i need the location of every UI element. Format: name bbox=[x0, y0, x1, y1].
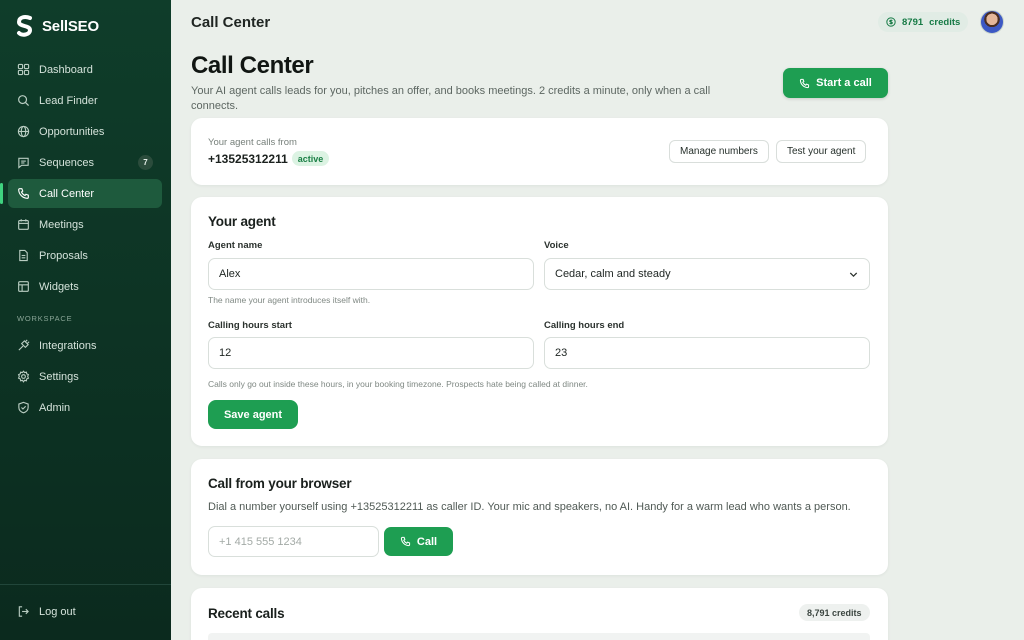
gear-icon bbox=[17, 370, 30, 383]
recent-credits-badge: 8,791 credits bbox=[799, 604, 870, 621]
widget-icon bbox=[17, 280, 30, 293]
logout-label: Log out bbox=[39, 605, 76, 618]
document-icon bbox=[17, 249, 30, 262]
sidebar-item-label: Meetings bbox=[39, 218, 84, 231]
page-title: Call Center bbox=[191, 52, 314, 79]
sidebar-item-dashboard[interactable]: Dashboard bbox=[8, 55, 162, 84]
caller-number-row: +13525312211 active bbox=[208, 151, 330, 166]
credits-value: 8791 bbox=[902, 16, 924, 28]
sidebar-item-label: Sequences bbox=[39, 156, 95, 169]
sidebar-item-widgets[interactable]: Widgets bbox=[8, 272, 162, 301]
shield-icon bbox=[17, 401, 30, 414]
hours-start-field[interactable]: 12 bbox=[208, 337, 534, 369]
sidebar-item-settings[interactable]: Settings bbox=[8, 362, 162, 391]
chevron-down-icon bbox=[849, 272, 858, 278]
agent-name-field[interactable]: Alex bbox=[208, 258, 534, 290]
status-badge: active bbox=[291, 151, 330, 166]
globe-icon bbox=[17, 125, 30, 138]
sidebar-item-integrations[interactable]: Integrations bbox=[8, 331, 162, 360]
hours-hint: Calls only go out inside these hours, in… bbox=[208, 379, 588, 389]
sidebar-item-label: Call Center bbox=[39, 187, 95, 200]
call-label: Call bbox=[416, 535, 438, 548]
sidebar-item-admin[interactable]: Admin bbox=[8, 393, 162, 422]
hours-end-label: Calling hours end bbox=[544, 320, 625, 331]
sidebar-nav: Dashboard Lead Finder Opportunities Sequ… bbox=[0, 55, 162, 424]
sidebar-item-label: Integrations bbox=[39, 339, 97, 352]
caller-number-card: Your agent calls from +13525312211 activ… bbox=[191, 118, 888, 185]
recent-calls-card: Recent calls 8,791 credits bbox=[191, 588, 888, 640]
sidebar-item-label: Opportunities bbox=[39, 125, 105, 138]
sidebar-item-label: Widgets bbox=[39, 280, 79, 293]
brand[interactable]: SellSEO bbox=[16, 15, 99, 37]
browser-call-card: Call from your browser Dial a number you… bbox=[191, 459, 888, 575]
agent-name-hint: The name your agent introduces itself wi… bbox=[208, 295, 371, 305]
avatar[interactable] bbox=[980, 10, 1004, 34]
recent-calls-heading: Recent calls bbox=[208, 606, 285, 621]
call-button[interactable]: Call bbox=[384, 527, 453, 556]
page-header: Call Center Your AI agent calls leads fo… bbox=[191, 52, 751, 114]
plug-icon bbox=[17, 339, 30, 352]
start-call-label: Start a call bbox=[816, 77, 872, 89]
phone-icon bbox=[800, 78, 810, 88]
sidebar-item-label: Dashboard bbox=[39, 63, 93, 76]
sidebar-item-lead-finder[interactable]: Lead Finder bbox=[8, 86, 162, 115]
caller-number-label: Your agent calls from bbox=[208, 137, 297, 148]
page-subtitle: Your AI agent calls leads for you, pitch… bbox=[191, 85, 711, 112]
calendar-icon bbox=[17, 218, 30, 231]
voice-select[interactable]: Cedar, calm and steady bbox=[544, 258, 870, 290]
voice-label: Voice bbox=[544, 240, 569, 251]
browser-call-description: Dial a number yourself using +1352531221… bbox=[208, 501, 851, 513]
recent-calls-table-header bbox=[208, 633, 870, 640]
sidebar-item-proposals[interactable]: Proposals bbox=[8, 241, 162, 270]
logout-button[interactable]: Log out bbox=[8, 597, 162, 626]
hours-end-field[interactable]: 23 bbox=[544, 337, 870, 369]
phone-icon bbox=[400, 536, 411, 547]
search-icon bbox=[17, 94, 30, 107]
test-agent-button[interactable]: Test your agent bbox=[776, 140, 867, 163]
grid-icon bbox=[17, 63, 30, 76]
sidebar-item-label: Settings bbox=[39, 370, 79, 383]
brand-name: SellSEO bbox=[42, 17, 99, 35]
sidebar-item-call-center[interactable]: Call Center bbox=[0, 179, 162, 208]
workspace-section-label: WORKSPACE bbox=[17, 314, 73, 323]
sidebar: SellSEO Dashboard Lead Finder Opportunit… bbox=[0, 0, 171, 640]
coin-icon bbox=[886, 17, 896, 27]
start-call-button[interactable]: Start a call bbox=[783, 68, 888, 98]
sidebar-item-meetings[interactable]: Meetings bbox=[8, 210, 162, 239]
logout-icon bbox=[17, 605, 30, 618]
topbar: Call Center 8791 credits bbox=[171, 0, 1024, 45]
credits-suffix: credits bbox=[929, 16, 961, 28]
manage-numbers-button[interactable]: Manage numbers bbox=[669, 140, 769, 163]
agent-name-label: Agent name bbox=[208, 240, 263, 251]
voice-value: Cedar, calm and steady bbox=[555, 268, 671, 280]
sidebar-item-label: Proposals bbox=[39, 249, 88, 262]
sidebar-item-label: Lead Finder bbox=[39, 94, 98, 107]
brand-logo-icon bbox=[16, 15, 33, 37]
credits-pill[interactable]: 8791 credits bbox=[878, 12, 969, 32]
phone-icon bbox=[17, 187, 30, 200]
hours-start-label: Calling hours start bbox=[208, 320, 292, 331]
agent-settings-card: Your agent Agent name Alex The name your… bbox=[191, 197, 888, 446]
message-icon bbox=[17, 156, 30, 169]
sidebar-footer: Log out bbox=[0, 584, 171, 618]
sidebar-item-opportunities[interactable]: Opportunities bbox=[8, 117, 162, 146]
phone-number-input[interactable]: +1 415 555 1234 bbox=[208, 526, 379, 557]
caller-number: +13525312211 bbox=[208, 151, 288, 166]
topbar-title: Call Center bbox=[191, 14, 271, 31]
sequences-count-badge: 7 bbox=[138, 155, 153, 170]
sidebar-item-sequences[interactable]: Sequences 7 bbox=[8, 148, 162, 177]
save-agent-button[interactable]: Save agent bbox=[208, 400, 298, 429]
sidebar-item-label: Admin bbox=[39, 401, 71, 414]
browser-call-heading: Call from your browser bbox=[208, 476, 352, 491]
agent-heading: Your agent bbox=[208, 214, 276, 229]
